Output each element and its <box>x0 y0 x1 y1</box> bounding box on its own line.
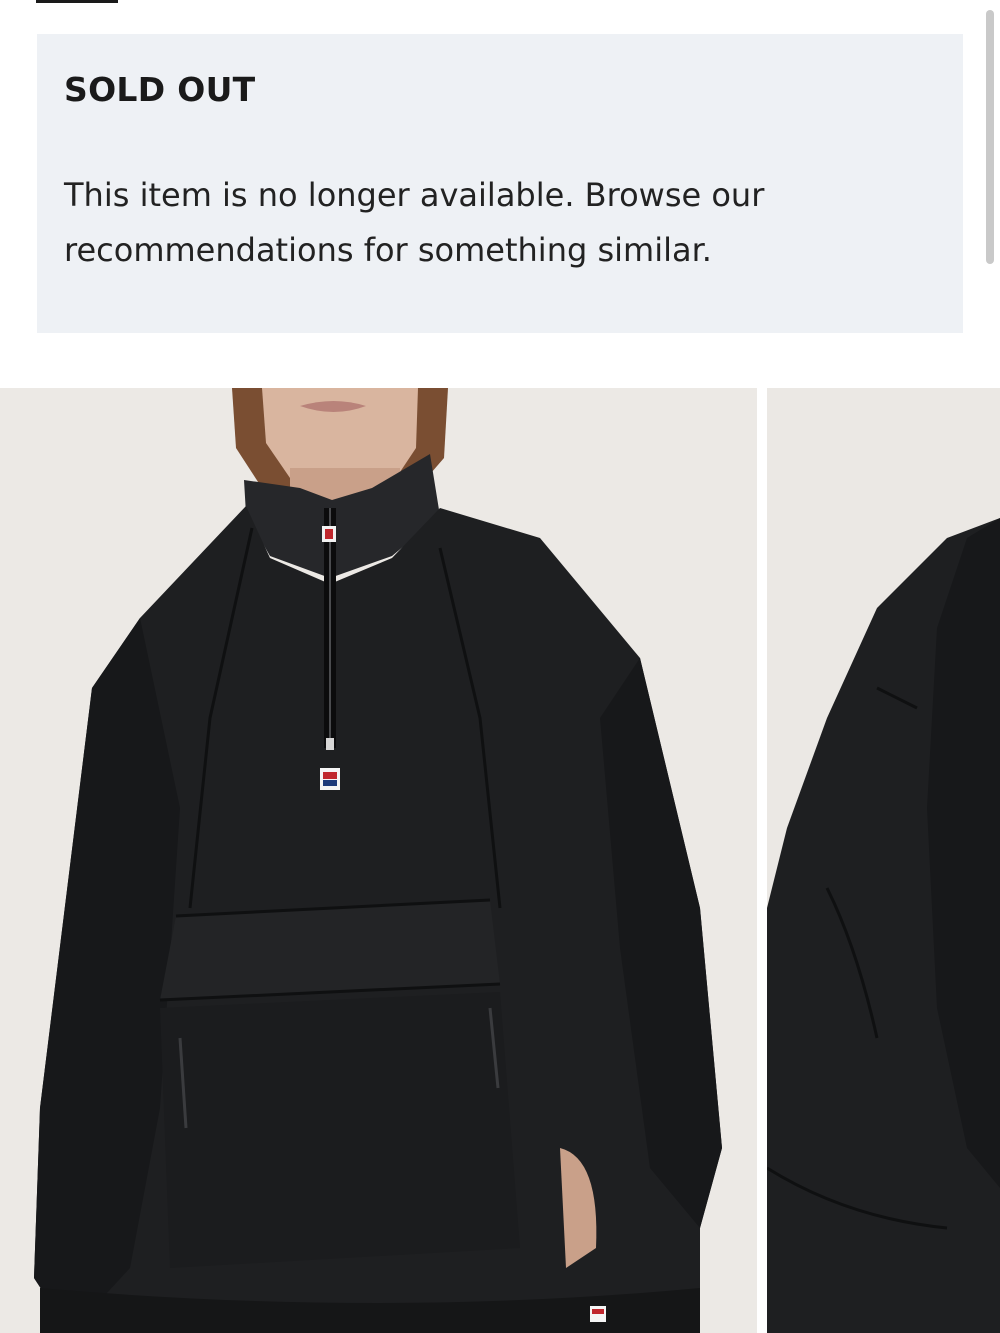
jacket-front-illustration <box>0 388 757 1333</box>
product-photo-front[interactable] <box>0 388 757 1333</box>
sold-out-notice: SOLD OUT This item is no longer availabl… <box>37 34 963 333</box>
product-photo-side[interactable] <box>767 388 1000 1333</box>
jacket-side-illustration <box>767 388 1000 1333</box>
product-image-gallery[interactable] <box>0 388 1000 1333</box>
sold-out-message: This item is no longer available. Browse… <box>64 176 765 269</box>
page-scrollbar[interactable] <box>986 0 994 270</box>
header-divider <box>36 0 118 3</box>
sold-out-title: SOLD OUT <box>64 70 256 109</box>
scrollbar-thumb[interactable] <box>986 10 994 264</box>
